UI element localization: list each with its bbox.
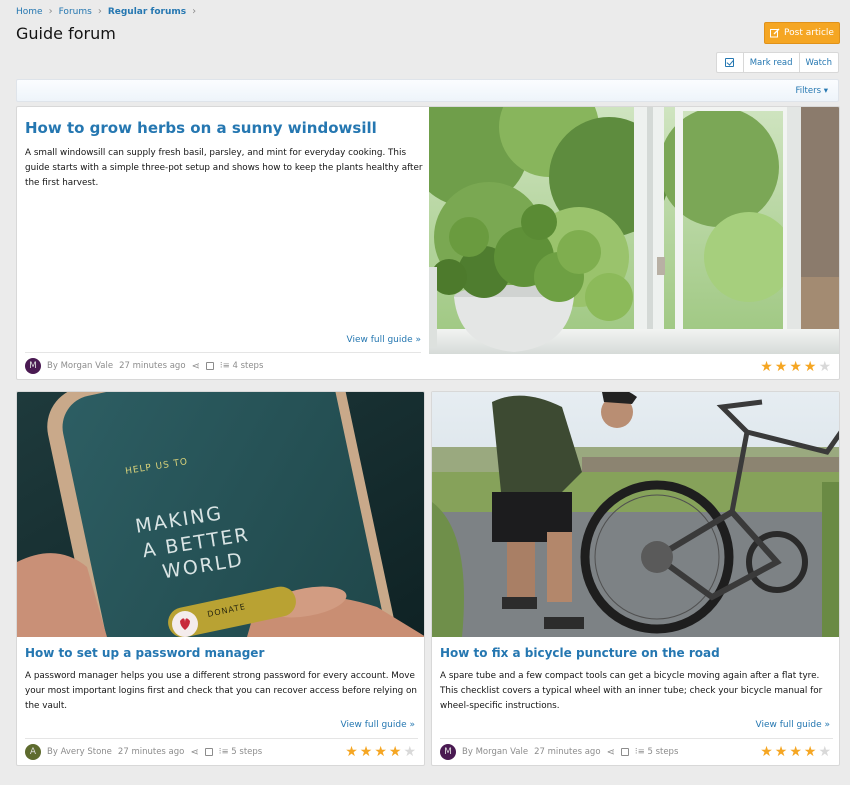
guide-description: A password manager helps you use a diffe… bbox=[25, 671, 417, 711]
guide-author[interactable]: By Morgan Vale bbox=[462, 747, 528, 757]
star-filled-icon[interactable]: ★ bbox=[775, 745, 788, 759]
guide-meta: A By Avery Stone 27 minutes ago ⋖ ⁝≡ 5 s… bbox=[25, 744, 262, 760]
guide-image-herbs[interactable] bbox=[429, 107, 839, 354]
guide-image-bicycle[interactable] bbox=[432, 392, 839, 637]
caret-down-icon: ▾ bbox=[823, 85, 828, 96]
steps-label: 4 steps bbox=[232, 361, 264, 371]
star-filled-icon[interactable]: ★ bbox=[374, 745, 387, 759]
bookmark-icon[interactable] bbox=[620, 748, 629, 756]
steps-label: 5 steps bbox=[231, 747, 263, 757]
star-empty-icon[interactable]: ★ bbox=[818, 360, 831, 374]
guide-time[interactable]: 27 minutes ago bbox=[119, 361, 185, 371]
avatar[interactable]: M bbox=[25, 358, 41, 374]
guide-meta: M By Morgan Vale 27 minutes ago ⋖ ⁝≡ 4 s… bbox=[25, 358, 263, 374]
share-icon[interactable]: ⋖ bbox=[190, 747, 198, 758]
avatar-letter: M bbox=[444, 747, 452, 757]
rating-stars[interactable]: ★ ★ ★ ★ ★ bbox=[345, 745, 416, 759]
checkbox-icon bbox=[725, 58, 735, 67]
avatar[interactable]: M bbox=[440, 744, 456, 760]
chevron-right-icon: › bbox=[48, 6, 53, 17]
guide-time[interactable]: 27 minutes ago bbox=[118, 747, 184, 757]
guide-author[interactable]: By Avery Stone bbox=[47, 747, 112, 757]
guide-meta: M By Morgan Vale 27 minutes ago ⋖ ⁝≡ 5 s… bbox=[440, 744, 678, 760]
star-filled-icon[interactable]: ★ bbox=[789, 360, 802, 374]
guide-author[interactable]: By Morgan Vale bbox=[47, 361, 113, 371]
chevron-right-icon: › bbox=[97, 6, 102, 17]
divider bbox=[440, 738, 833, 739]
guide-description: A small windowsill can supply fresh basi… bbox=[25, 148, 423, 188]
star-filled-icon[interactable]: ★ bbox=[760, 360, 773, 374]
guide-title[interactable]: How to set up a password manager bbox=[25, 646, 264, 660]
guide-title[interactable]: How to grow herbs on a sunny windowsill bbox=[25, 119, 377, 137]
edit-icon bbox=[770, 28, 780, 38]
star-filled-icon[interactable]: ★ bbox=[389, 745, 402, 759]
bookmark-icon[interactable] bbox=[205, 362, 214, 370]
breadcrumb: Home › Forums › Regular forums › bbox=[16, 6, 198, 17]
star-filled-icon[interactable]: ★ bbox=[775, 360, 788, 374]
breadcrumb-forums[interactable]: Forums bbox=[59, 7, 92, 17]
star-filled-icon[interactable]: ★ bbox=[345, 745, 358, 759]
thread-actions: Mark read Watch bbox=[715, 52, 839, 73]
breadcrumb-home[interactable]: Home bbox=[16, 7, 43, 17]
breadcrumb-regular-forums[interactable]: Regular forums bbox=[108, 7, 186, 17]
steps-count: ⁝≡ 5 steps bbox=[219, 747, 262, 757]
guide-card-featured: How to grow herbs on a sunny windowsill … bbox=[16, 106, 840, 380]
guide-card: HELP US TO MAKING A BETTER WORLD DONATE … bbox=[16, 391, 425, 766]
avatar-letter: M bbox=[29, 361, 37, 371]
star-empty-icon[interactable]: ★ bbox=[818, 745, 831, 759]
page-title: Guide forum bbox=[16, 24, 116, 43]
post-article-label: Post article bbox=[784, 28, 834, 38]
post-article-button[interactable]: Post article bbox=[764, 22, 840, 44]
herbs-illustration bbox=[429, 107, 839, 354]
steps-label: 5 steps bbox=[647, 747, 679, 757]
steps-count: ⁝≡ 5 steps bbox=[635, 747, 678, 757]
filters-menu[interactable]: Filters ▾ bbox=[796, 86, 828, 96]
view-full-guide-link[interactable]: View full guide » bbox=[341, 720, 416, 730]
avatar[interactable]: A bbox=[25, 744, 41, 760]
guide-title[interactable]: How to fix a bicycle puncture on the roa… bbox=[440, 646, 720, 660]
steps-count: ⁝≡ 4 steps bbox=[220, 361, 263, 371]
divider bbox=[25, 738, 418, 739]
watch-button[interactable]: Watch bbox=[798, 53, 838, 72]
list-icon: ⁝≡ bbox=[634, 747, 645, 757]
bookmark-icon[interactable] bbox=[204, 748, 213, 756]
view-full-guide-link[interactable]: View full guide » bbox=[347, 335, 422, 345]
view-full-guide-link[interactable]: View full guide » bbox=[756, 720, 831, 730]
star-filled-icon[interactable]: ★ bbox=[760, 745, 773, 759]
select-checkbox[interactable] bbox=[717, 53, 743, 72]
guide-card: How to fix a bicycle puncture on the roa… bbox=[431, 391, 840, 766]
filters-label: Filters bbox=[795, 85, 822, 96]
star-filled-icon[interactable]: ★ bbox=[804, 360, 817, 374]
star-empty-icon[interactable]: ★ bbox=[403, 745, 416, 759]
list-icon: ⁝≡ bbox=[218, 747, 229, 757]
filter-bar: Filters ▾ bbox=[16, 79, 839, 102]
chevron-right-icon: › bbox=[192, 6, 197, 17]
guide-time[interactable]: 27 minutes ago bbox=[534, 747, 600, 757]
avatar-letter: A bbox=[29, 747, 37, 757]
bicycle-illustration bbox=[432, 392, 839, 637]
rating-stars[interactable]: ★ ★ ★ ★ ★ bbox=[760, 745, 831, 759]
divider bbox=[25, 352, 421, 353]
rating-stars[interactable]: ★ ★ ★ ★ ★ bbox=[760, 360, 831, 374]
star-filled-icon[interactable]: ★ bbox=[804, 745, 817, 759]
star-filled-icon[interactable]: ★ bbox=[360, 745, 373, 759]
share-icon[interactable]: ⋖ bbox=[607, 747, 615, 758]
share-icon[interactable]: ⋖ bbox=[192, 361, 200, 372]
star-filled-icon[interactable]: ★ bbox=[789, 745, 802, 759]
guide-description: A spare tube and a few compact tools can… bbox=[440, 671, 823, 711]
mark-read-button[interactable]: Mark read bbox=[742, 53, 799, 72]
list-icon: ⁝≡ bbox=[219, 361, 230, 371]
guide-image-password[interactable]: HELP US TO MAKING A BETTER WORLD DONATE bbox=[17, 392, 424, 637]
